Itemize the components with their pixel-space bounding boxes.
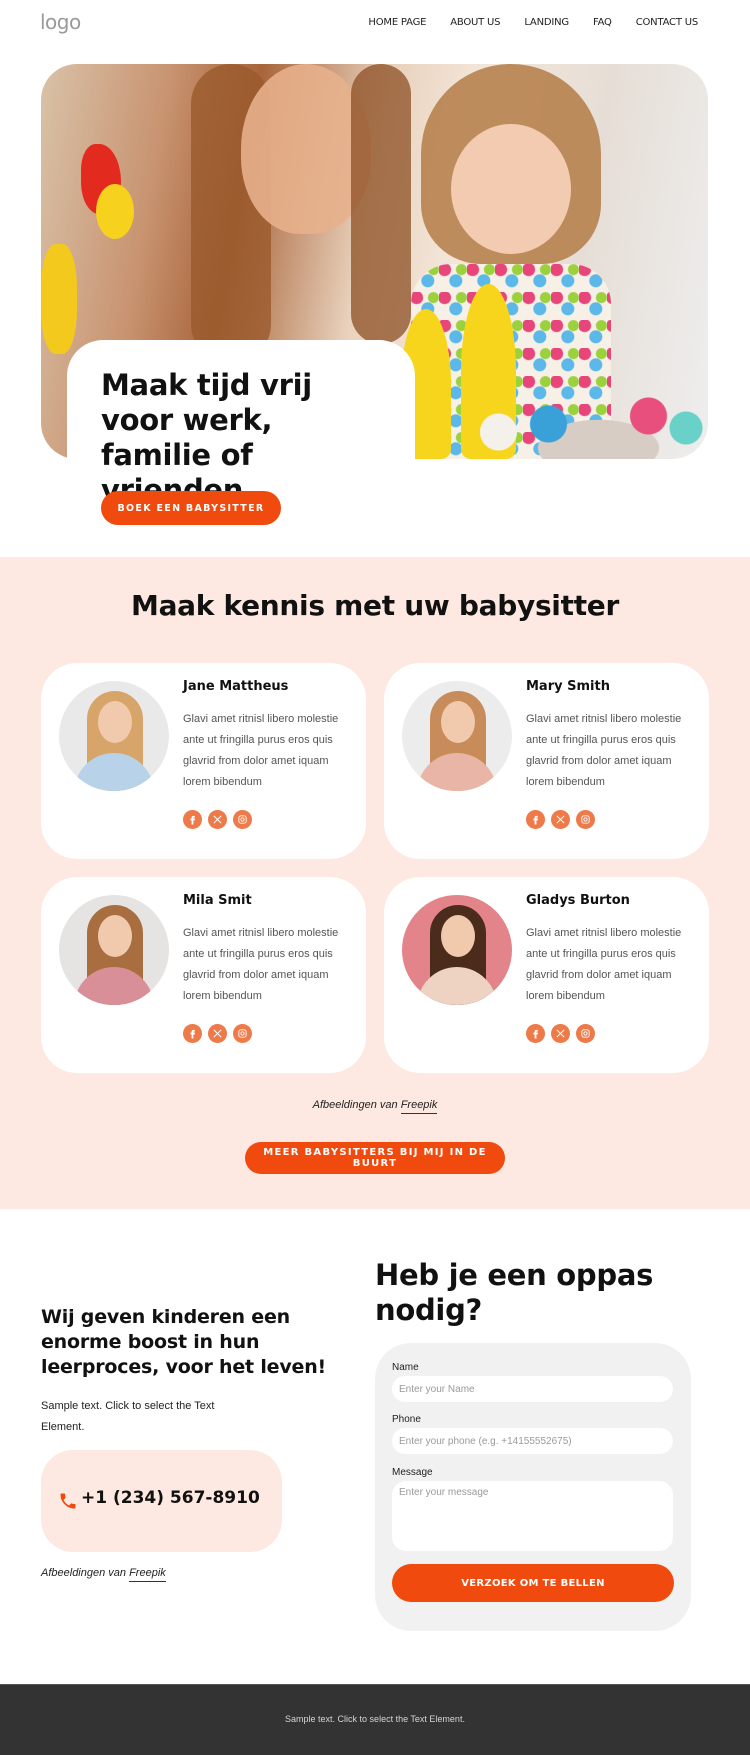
footer-text: Sample text. Click to select the Text El… [285, 1714, 465, 1724]
phone-number[interactable]: +1 (234) 567-8910 [81, 1488, 260, 1508]
sitter-bio: Glavi amet ritnisl libero molestie ante … [526, 713, 682, 788]
x-icon[interactable] [551, 810, 570, 829]
instagram-icon[interactable] [576, 810, 595, 829]
social-links [526, 810, 595, 829]
sitter-bio: Glavi amet ritnisl libero molestie ante … [183, 927, 339, 1002]
message-textarea[interactable] [392, 1481, 673, 1551]
instagram-icon[interactable] [576, 1024, 595, 1043]
easter-eggs [461, 384, 708, 459]
avatar [402, 895, 512, 1005]
credit-prefix: Afbeeldingen van [41, 1567, 127, 1579]
instagram-icon[interactable] [233, 810, 252, 829]
main-nav: HOME PAGE ABOUT US LANDING FAQ CONTACT U… [368, 17, 698, 28]
boost-title: Wij geven kinderen een enorme boost in h… [41, 1306, 327, 1378]
avatar [59, 681, 169, 791]
avatar [59, 895, 169, 1005]
social-links [526, 1024, 595, 1043]
nav-home-page[interactable]: HOME PAGE [368, 17, 426, 28]
hero-title: Maak tijd vrij voor werk, familie of vri… [101, 368, 312, 507]
sitter-card: Mary Smith Glavi amet ritnisl libero mol… [384, 663, 709, 859]
image-credit: Afbeeldingen van Freepik [0, 1099, 750, 1114]
facebook-icon[interactable] [183, 810, 202, 829]
phone-box: +1 (234) 567-8910 [41, 1450, 282, 1552]
nav-about-us[interactable]: ABOUT US [450, 17, 500, 28]
x-icon[interactable] [208, 1024, 227, 1043]
sitter-bio: Glavi amet ritnisl libero molestie ante … [183, 713, 339, 788]
name-input[interactable] [392, 1376, 673, 1402]
x-icon[interactable] [208, 810, 227, 829]
freepik-link[interactable]: Freepik [129, 1567, 166, 1582]
site-header: logo HOME PAGE ABOUT US LANDING FAQ CONT… [0, 0, 750, 46]
credit-prefix: Afbeeldingen van [312, 1099, 398, 1111]
message-label: Message [392, 1467, 433, 1478]
mother-hair [351, 64, 411, 344]
sitter-name: Mila Smit [183, 893, 252, 908]
facebook-icon[interactable] [526, 810, 545, 829]
sitter-name: Mary Smith [526, 679, 610, 694]
more-babysitters-button[interactable]: MEER BABYSITTERS BIJ MIJ IN DE BUURT [245, 1142, 505, 1174]
sitter-card: Jane Mattheus Glavi amet ritnisl libero … [41, 663, 366, 859]
name-label: Name [392, 1362, 419, 1373]
nav-contact-us[interactable]: CONTACT US [636, 17, 698, 28]
facebook-icon[interactable] [526, 1024, 545, 1043]
nav-landing[interactable]: LANDING [524, 17, 569, 28]
sitter-name: Jane Mattheus [183, 679, 289, 694]
sitter-bio: Glavi amet ritnisl libero molestie ante … [526, 927, 682, 1002]
request-call-button[interactable]: VERZOEK OM TE BELLEN [392, 1564, 674, 1602]
child-face [451, 124, 571, 254]
form-title: Heb je een oppas nodig? [375, 1258, 654, 1327]
boost-text: Sample text. Click to select the Text El… [41, 1400, 215, 1433]
instagram-icon[interactable] [233, 1024, 252, 1043]
nav-faq[interactable]: FAQ [593, 17, 612, 28]
sitter-name: Gladys Burton [526, 893, 630, 908]
logo[interactable]: logo [40, 10, 81, 34]
book-babysitter-button[interactable]: BOEK EEN BABYSITTER [101, 491, 281, 525]
decoration-chick [41, 244, 77, 354]
section-title: Maak kennis met uw babysitter [131, 589, 619, 622]
sitter-card: Gladys Burton Glavi amet ritnisl libero … [384, 877, 709, 1073]
x-icon[interactable] [551, 1024, 570, 1043]
avatar [402, 681, 512, 791]
freepik-link[interactable]: Freepik [400, 1099, 438, 1114]
facebook-icon[interactable] [183, 1024, 202, 1043]
social-links [183, 1024, 252, 1043]
phone-input[interactable] [392, 1428, 673, 1454]
image-credit: Afbeeldingen van Freepik [41, 1567, 166, 1582]
phone-label: Phone [392, 1414, 421, 1425]
decoration-chick [96, 184, 134, 239]
babysitters-section: Maak kennis met uw babysitter Jane Matth… [0, 557, 750, 1209]
site-footer: Sample text. Click to select the Text El… [0, 1684, 750, 1755]
social-links [183, 810, 252, 829]
phone-icon [60, 1493, 76, 1509]
sitter-card: Mila Smit Glavi amet ritnisl libero mole… [41, 877, 366, 1073]
